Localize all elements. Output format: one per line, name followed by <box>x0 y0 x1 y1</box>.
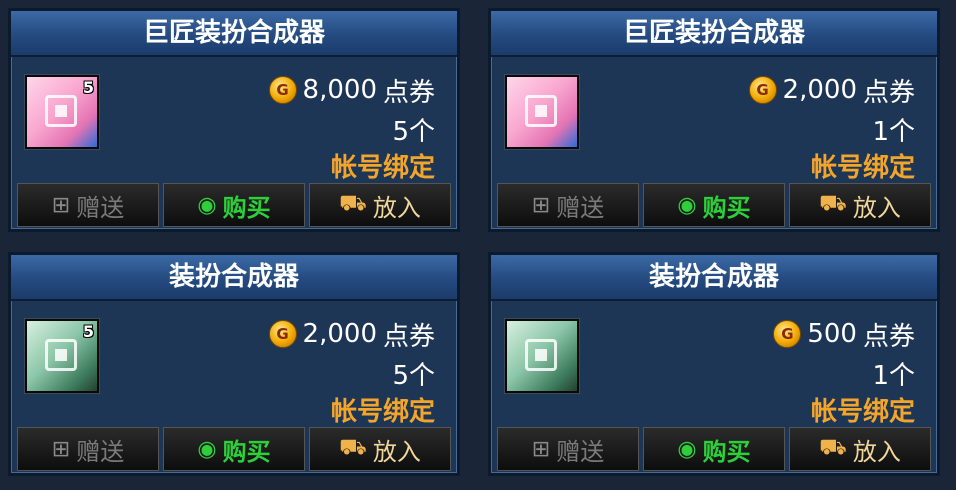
item-details: 5 G 2,000 点券 5个 帐号绑定 <box>11 301 457 427</box>
item-title: 巨匠装扮合成器 <box>491 11 937 57</box>
add-to-cart-button[interactable]: ⛟ 放入 <box>309 183 451 227</box>
item-quantity: 5个 <box>392 117 435 147</box>
money-bag-icon: ◉ <box>197 436 217 462</box>
item-stack-count: 5 <box>82 78 94 97</box>
gift-button[interactable]: ⊞ 赠送 <box>497 427 639 471</box>
coupon-coin-icon: G <box>268 320 297 348</box>
gift-button[interactable]: ⊞ 赠送 <box>497 183 639 227</box>
buy-button[interactable]: ◉ 购买 <box>163 183 305 227</box>
action-buttons: ⊞ 赠送 ◉ 购买 ⛟ 放入 <box>497 427 931 471</box>
price-currency: 点券 <box>862 321 915 352</box>
gift-label: 赠送 <box>556 193 605 222</box>
pink-cube-icon[interactable]: 5 <box>25 75 99 149</box>
price-currency: 点券 <box>382 77 435 108</box>
item-quantity: 5个 <box>392 361 435 391</box>
shopping-cart-icon: ⛟ <box>819 191 847 216</box>
action-buttons: ⊞ 赠送 ◉ 购买 ⛟ 放入 <box>497 183 931 227</box>
item-quantity: 1个 <box>872 117 915 147</box>
buy-label: 购买 <box>222 437 271 466</box>
coupon-coin-icon: G <box>748 76 777 104</box>
gift-icon: ⊞ <box>531 436 551 462</box>
coupon-coin-icon: G <box>773 320 802 348</box>
action-buttons: ⊞ 赠送 ◉ 购买 ⛟ 放入 <box>17 427 451 471</box>
buy-label: 购买 <box>702 437 751 466</box>
binding-label: 帐号绑定 <box>330 397 435 427</box>
item-emblem <box>525 339 557 371</box>
shop-item-card: 巨匠装扮合成器 5 G 8,000 点券 5个 帐号绑定 ⊞ 赠送 ◉ 购买 ⛟… <box>8 8 460 232</box>
item-title: 巨匠装扮合成器 <box>11 11 457 57</box>
binding-label: 帐号绑定 <box>330 153 435 183</box>
gift-label: 赠送 <box>76 437 125 466</box>
money-bag-icon: ◉ <box>677 192 697 218</box>
shop-item-grid: 巨匠装扮合成器 5 G 8,000 点券 5个 帐号绑定 ⊞ 赠送 ◉ 购买 ⛟… <box>0 0 956 490</box>
item-emblem <box>45 339 77 371</box>
cart-label: 放入 <box>372 437 421 466</box>
binding-label: 帐号绑定 <box>810 153 915 183</box>
price-value: 2,000 <box>302 319 377 349</box>
price-value: 500 <box>807 319 857 349</box>
price-currency: 点券 <box>382 321 435 352</box>
shopping-cart-icon: ⛟ <box>819 435 847 460</box>
gift-button[interactable]: ⊞ 赠送 <box>17 427 159 471</box>
gift-icon: ⊞ <box>531 192 551 218</box>
add-to-cart-button[interactable]: ⛟ 放入 <box>789 183 931 227</box>
add-to-cart-button[interactable]: ⛟ 放入 <box>789 427 931 471</box>
cart-label: 放入 <box>372 193 421 222</box>
price-currency: 点券 <box>862 77 915 108</box>
gift-label: 赠送 <box>76 193 125 222</box>
item-details: 5 G 8,000 点券 5个 帐号绑定 <box>11 57 457 183</box>
green-cube-icon[interactable] <box>505 319 579 393</box>
shopping-cart-icon: ⛟ <box>339 435 367 460</box>
price-row: G 2,000 点券 <box>748 73 915 108</box>
gift-label: 赠送 <box>556 437 605 466</box>
price-value: 2,000 <box>782 75 857 105</box>
binding-label: 帐号绑定 <box>810 397 915 427</box>
buy-button[interactable]: ◉ 购买 <box>163 427 305 471</box>
buy-label: 购买 <box>222 193 271 222</box>
item-stack-count: 5 <box>82 322 94 341</box>
add-to-cart-button[interactable]: ⛟ 放入 <box>309 427 451 471</box>
shopping-cart-icon: ⛟ <box>339 191 367 216</box>
shop-item-card: 巨匠装扮合成器 G 2,000 点券 1个 帐号绑定 ⊞ 赠送 ◉ 购买 ⛟ 放… <box>488 8 940 232</box>
price-row: G 500 点券 <box>773 317 915 352</box>
item-quantity: 1个 <box>872 361 915 391</box>
money-bag-icon: ◉ <box>197 192 217 218</box>
buy-button[interactable]: ◉ 购买 <box>643 183 785 227</box>
buy-button[interactable]: ◉ 购买 <box>643 427 785 471</box>
green-cube-icon[interactable]: 5 <box>25 319 99 393</box>
action-buttons: ⊞ 赠送 ◉ 购买 ⛟ 放入 <box>17 183 451 227</box>
item-emblem <box>525 95 557 127</box>
pink-cube-icon[interactable] <box>505 75 579 149</box>
money-bag-icon: ◉ <box>677 436 697 462</box>
gift-icon: ⊞ <box>51 436 71 462</box>
shop-item-card: 装扮合成器 G 500 点券 1个 帐号绑定 ⊞ 赠送 ◉ 购买 ⛟ 放入 <box>488 252 940 476</box>
item-details: G 500 点券 1个 帐号绑定 <box>491 301 937 427</box>
shop-item-card: 装扮合成器 5 G 2,000 点券 5个 帐号绑定 ⊞ 赠送 ◉ 购买 ⛟ 放… <box>8 252 460 476</box>
cart-label: 放入 <box>852 437 901 466</box>
item-title: 装扮合成器 <box>11 255 457 301</box>
gift-icon: ⊞ <box>51 192 71 218</box>
buy-label: 购买 <box>702 193 751 222</box>
item-title: 装扮合成器 <box>491 255 937 301</box>
item-details: G 2,000 点券 1个 帐号绑定 <box>491 57 937 183</box>
price-row: G 8,000 点券 <box>268 73 435 108</box>
coupon-coin-icon: G <box>268 76 297 104</box>
gift-button[interactable]: ⊞ 赠送 <box>17 183 159 227</box>
price-value: 8,000 <box>302 75 377 105</box>
item-emblem <box>45 95 77 127</box>
price-row: G 2,000 点券 <box>268 317 435 352</box>
cart-label: 放入 <box>852 193 901 222</box>
